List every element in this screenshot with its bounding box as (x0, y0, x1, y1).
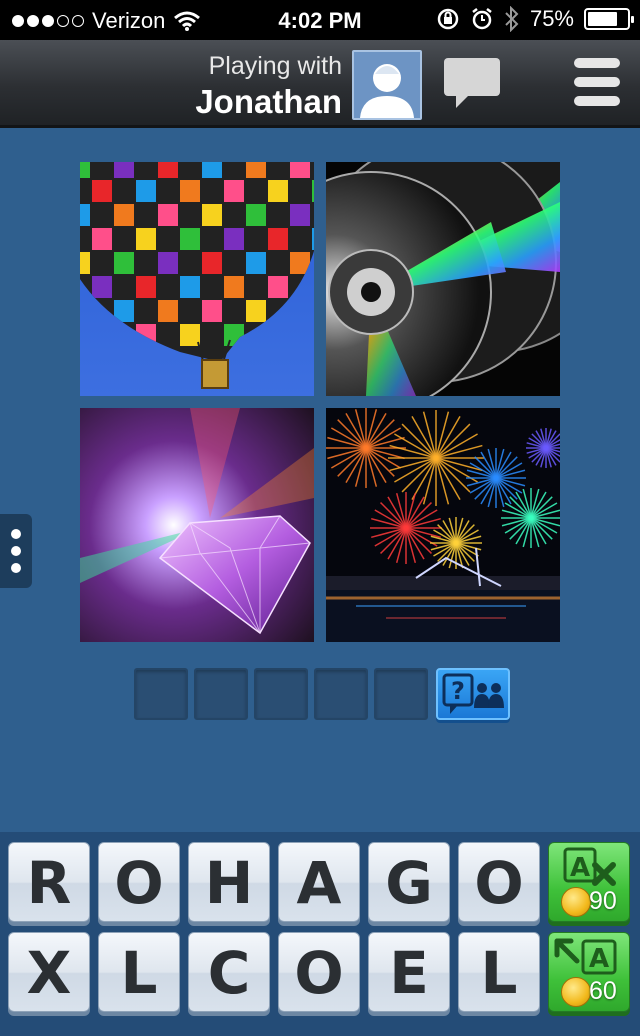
answer-slot-2[interactable] (194, 668, 248, 720)
status-icons: 75% (436, 6, 634, 32)
reveal-letter-button[interactable]: A 60 (548, 932, 630, 1012)
answer-slot-5[interactable] (374, 668, 428, 720)
alarm-icon (472, 8, 492, 30)
opponent-info: Playing with Jonathan (195, 52, 342, 121)
side-drawer-handle[interactable] (0, 514, 32, 588)
opponent-avatar[interactable] (352, 50, 422, 120)
hamburger-menu-icon (574, 58, 620, 106)
letter-key[interactable]: O (98, 842, 180, 922)
menu-button[interactable] (572, 56, 622, 108)
playing-with-label: Playing with (208, 52, 342, 80)
letter-key[interactable]: O (278, 932, 360, 1012)
game-header: Playing with Jonathan (0, 40, 640, 128)
fireworks-image (326, 408, 560, 642)
coin-icon (561, 977, 591, 1007)
battery-percent: 75% (529, 6, 574, 31)
svg-text:?: ? (451, 677, 465, 705)
coin-icon (561, 887, 591, 917)
answer-slot-4[interactable] (314, 668, 368, 720)
rotation-lock-icon (437, 8, 459, 30)
diamond-image (80, 408, 314, 642)
bluetooth-icon (505, 6, 519, 32)
clue-image-diamond[interactable] (80, 408, 314, 642)
letter-key[interactable]: L (458, 932, 540, 1012)
letter-key[interactable]: G (368, 842, 450, 922)
ask-friends-hint-button[interactable]: ? (436, 668, 510, 720)
svg-text:A: A (570, 853, 590, 883)
handle-dot (11, 546, 21, 556)
battery-icon (584, 8, 634, 30)
hot-air-balloon-image (80, 162, 314, 396)
compact-discs-image (326, 162, 560, 396)
default-avatar-icon (360, 64, 414, 118)
letter-key[interactable]: O (458, 842, 540, 922)
reveal-letter-cost: 60 (589, 977, 617, 1005)
clue-image-compact-discs[interactable] (326, 162, 560, 396)
answer-slot-3[interactable] (254, 668, 308, 720)
letter-key[interactable]: L (98, 932, 180, 1012)
remove-letters-cost: 90 (589, 887, 617, 915)
status-bar: Verizon 4:02 PM 75% (0, 0, 640, 40)
letter-key[interactable]: H (188, 842, 270, 922)
handle-dot (11, 529, 21, 539)
letter-keyboard: R O H A G O A 90 X L C O E L A 60 (0, 832, 640, 1036)
remove-letters-button[interactable]: A 90 (548, 842, 630, 922)
letter-key[interactable]: C (188, 932, 270, 1012)
answer-slot-1[interactable] (134, 668, 188, 720)
letter-key[interactable]: A (278, 842, 360, 922)
letter-key[interactable]: E (368, 932, 450, 1012)
opponent-name: Jonathan (195, 83, 342, 120)
question-people-icon: ? (442, 673, 504, 714)
letter-key[interactable]: R (8, 842, 90, 922)
clue-image-hot-air-balloon[interactable] (80, 162, 314, 396)
letter-key[interactable]: X (8, 932, 90, 1012)
handle-dot (11, 563, 21, 573)
clue-image-fireworks[interactable] (326, 408, 560, 642)
svg-text:A: A (589, 944, 609, 974)
speech-bubble-icon (444, 58, 500, 108)
chat-button[interactable] (440, 56, 504, 112)
